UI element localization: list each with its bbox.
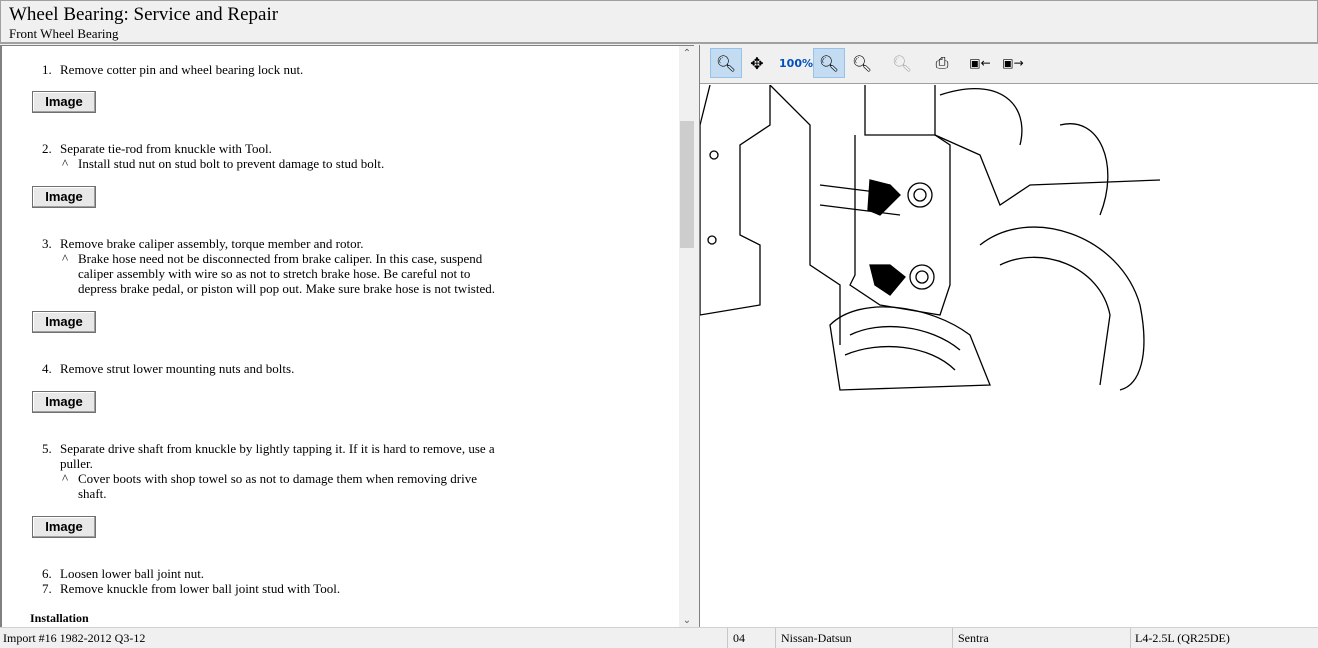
sub-text: Install stud nut on stud bolt to prevent… [78,156,385,171]
page-title: Wheel Bearing: Service and Repair [9,4,279,25]
zoom-in-icon[interactable]: 🔍︎ [710,48,742,78]
status-engine: L4-2.5L (QR25DE) [1135,631,1230,645]
status-model: Sentra [958,631,989,645]
image-button[interactable]: Image [32,91,96,113]
page-subtitle: Front Wheel Bearing [9,26,119,41]
step-number: 1. [42,62,52,77]
sub-text: depress brake pedal, or piston will pop … [78,281,495,296]
scroll-down-icon[interactable]: ⌄ [679,615,694,626]
step-text: Remove cotter pin and wheel bearing lock… [60,62,304,77]
step-number: 3. [42,236,52,251]
step-text: Separate tie-rod from knuckle with Tool. [60,141,272,156]
image-viewer: 🔍︎ ✥ 100% 🔍︎ 🔍︎ 🔍︎ ⎙ ▣← ▣→ [699,45,1318,627]
step-number: 4. [42,361,52,376]
header: Wheel Bearing: Service and Repair Front … [0,0,1318,44]
step-number: 6. [42,566,52,581]
step-text: Separate drive shaft from knuckle by lig… [60,441,495,456]
status-year: 04 [733,631,745,645]
procedure-pane: 1. Remove cotter pin and wheel bearing l… [0,45,694,627]
previous-image-icon[interactable]: ▣← [964,48,996,78]
pan-icon[interactable]: ✥ [741,48,773,78]
sub-marker: ^ [62,156,69,171]
step-number: 2. [42,141,52,156]
sub-marker: ^ [62,471,69,486]
step-text: Remove knuckle from lower ball joint stu… [60,581,341,596]
status-source: Import #16 1982-2012 Q3-12 [3,631,146,645]
scroll-up-icon[interactable]: ⌃ [679,48,694,59]
scrollbar-thumb[interactable] [680,121,694,248]
zoom-width-icon[interactable]: 🔍︎ [846,48,878,78]
sub-marker: ^ [62,251,69,266]
step-number: 7. [42,581,52,596]
status-bar: Import #16 1982-2012 Q3-12 04 Nissan-Dat… [0,627,1318,648]
wheel-bearing-diagram [700,85,1161,391]
step-text: Loosen lower ball joint nut. [60,566,205,581]
sub-text: shaft. [78,486,107,501]
image-button[interactable]: Image [32,516,96,538]
print-icon[interactable]: ⎙ [926,48,958,78]
vertical-scrollbar[interactable]: ⌃ ⌄ [679,46,694,627]
sub-text: caliper assembly with wire so as not to … [78,266,471,281]
image-button[interactable]: Image [32,186,96,208]
installation-heading: Installation [30,611,89,625]
viewer-toolbar: 🔍︎ ✥ 100% 🔍︎ 🔍︎ 🔍︎ ⎙ ▣← ▣→ [700,45,1318,84]
step-text: Remove brake caliper assembly, torque me… [60,236,364,251]
step-text: Remove strut lower mounting nuts and bol… [60,361,295,376]
zoom-out-icon: 🔍︎ [891,53,913,73]
zoom-fit-icon[interactable]: 🔍︎ [813,48,845,78]
status-make: Nissan-Datsun [781,631,852,645]
next-image-icon[interactable]: ▣→ [997,48,1029,78]
step-text: puller. [60,456,93,471]
sub-text: Cover boots with shop towel so as not to… [78,471,477,486]
sub-text: Brake hose need not be disconnected from… [78,251,483,266]
zoom-100-icon[interactable]: 100% [779,48,813,78]
image-button[interactable]: Image [32,391,96,413]
image-button[interactable]: Image [32,311,96,333]
step-number: 5. [42,441,52,456]
